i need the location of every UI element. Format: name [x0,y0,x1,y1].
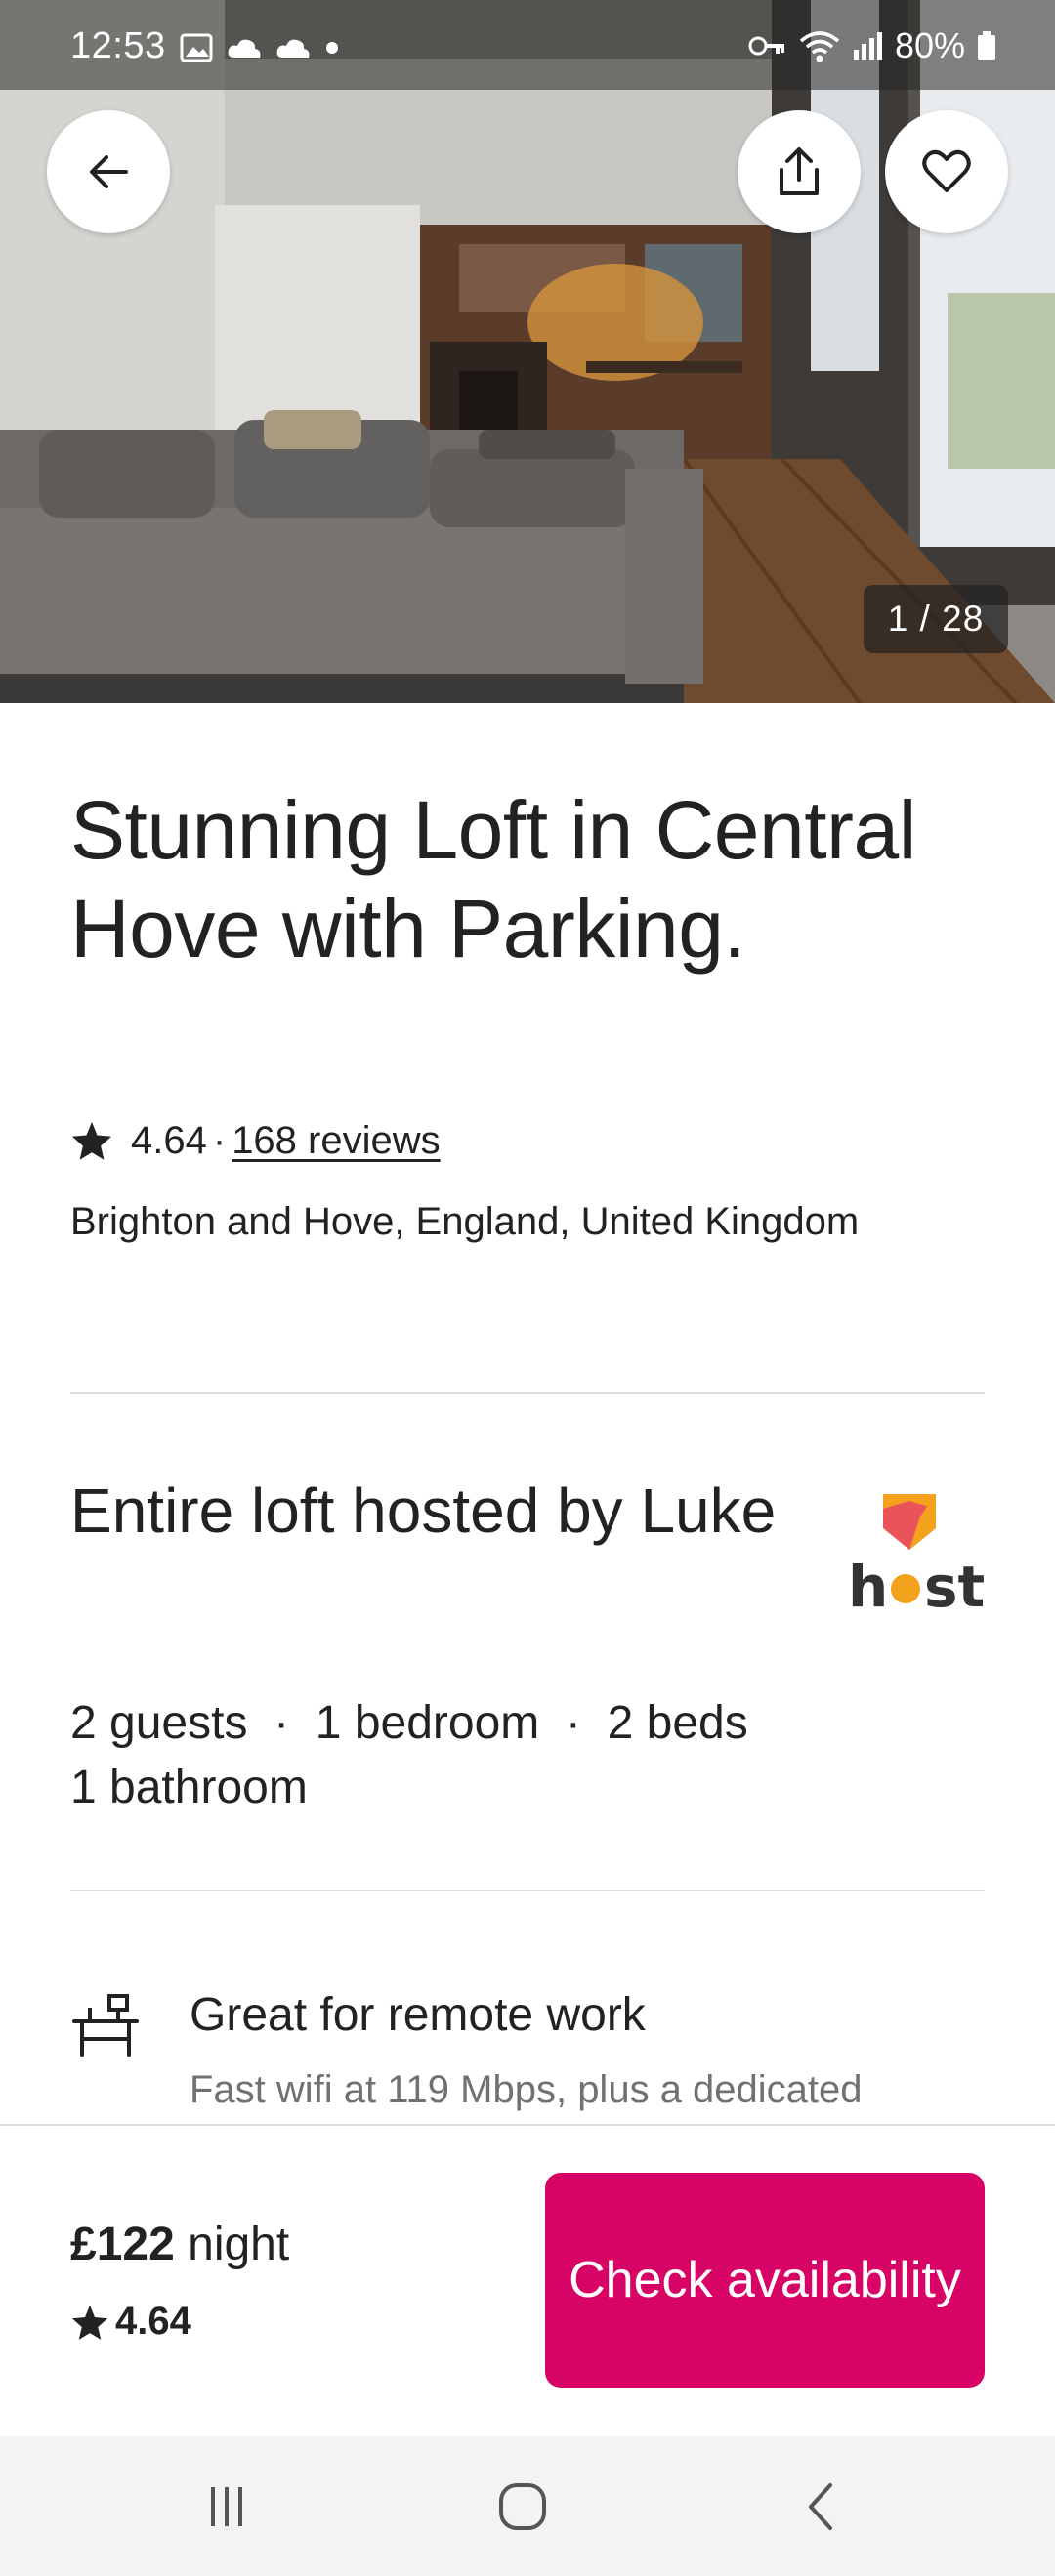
heart-icon [922,149,971,192]
cloud-icon [228,39,261,58]
section-divider [70,1890,985,1891]
photo-counter: 1 / 28 [864,585,1008,653]
chevron-left-icon [809,2483,832,2530]
share-icon [780,147,819,195]
favorite-button[interactable] [885,110,1008,233]
host-logo-icon: h st [848,1494,985,1620]
rating-separator: · [212,1118,227,1162]
home-icon [499,2483,546,2530]
desk-icon [72,1994,139,2057]
reviews-link[interactable]: 168 reviews [232,1119,440,1163]
listing-specs: 2 guests · 1 bedroom · 2 beds 1 bathroom [70,1691,748,1820]
notification-icons [180,33,340,62]
highlight-title: Great for remote work [190,1989,646,2041]
host-avatar[interactable]: h st [842,1489,989,1620]
wifi-icon [799,31,840,62]
recents-icon [211,2487,242,2526]
listing-title: Stunning Loft in Central Hove with Parki… [70,784,916,975]
svg-text:st: st [924,1554,985,1616]
specs-line-guests: 2 guests · 1 bedroom · 2 beds [70,1697,748,1749]
price-amount: £122 [70,2219,175,2270]
home-button[interactable] [484,2472,562,2542]
status-time: 12:53 [70,25,166,66]
battery-icon [978,31,995,60]
system-navigation-bar [0,2436,1055,2576]
cloud-icon [276,39,310,58]
system-back-button[interactable] [781,2472,860,2542]
check-availability-button[interactable]: Check availability [545,2173,985,2388]
section-divider [70,1392,985,1394]
system-status-icons: 80% [748,25,996,66]
host-heading: Entire loft hosted by Luke [70,1475,777,1546]
booking-bar: £122 night 4.64 Check availability [0,2124,1055,2436]
dot-icon [326,42,338,54]
svg-text:h: h [848,1554,888,1616]
highlight-subtitle: Fast wifi at 119 Mbps, plus a dedicated [190,2068,863,2111]
share-button[interactable] [738,110,861,233]
star-icon [71,1121,112,1160]
signal-icon [853,32,882,60]
specs-line-bathrooms: 1 bathroom [70,1762,308,1813]
key-icon [748,36,784,56]
status-bar: 12:53 80% [0,0,1055,90]
image-icon [180,33,213,62]
booking-rating-value: 4.64 [115,2300,191,2343]
booking-rating: 4.64 [70,2300,191,2344]
battery-percentage: 80% [894,25,965,65]
rating-summary: 4.64 · 168 reviews [70,1111,441,1170]
price-unit: night [188,2219,290,2270]
listing-location: Brighton and Hove, England, United Kingd… [70,1200,860,1243]
star-icon [71,2305,108,2340]
rating-value: 4.64 [131,1118,207,1162]
arrow-left-icon [90,155,128,188]
back-button[interactable] [47,110,170,233]
recent-apps-button[interactable] [188,2472,266,2542]
nightly-price: £122 night [70,2218,289,2271]
